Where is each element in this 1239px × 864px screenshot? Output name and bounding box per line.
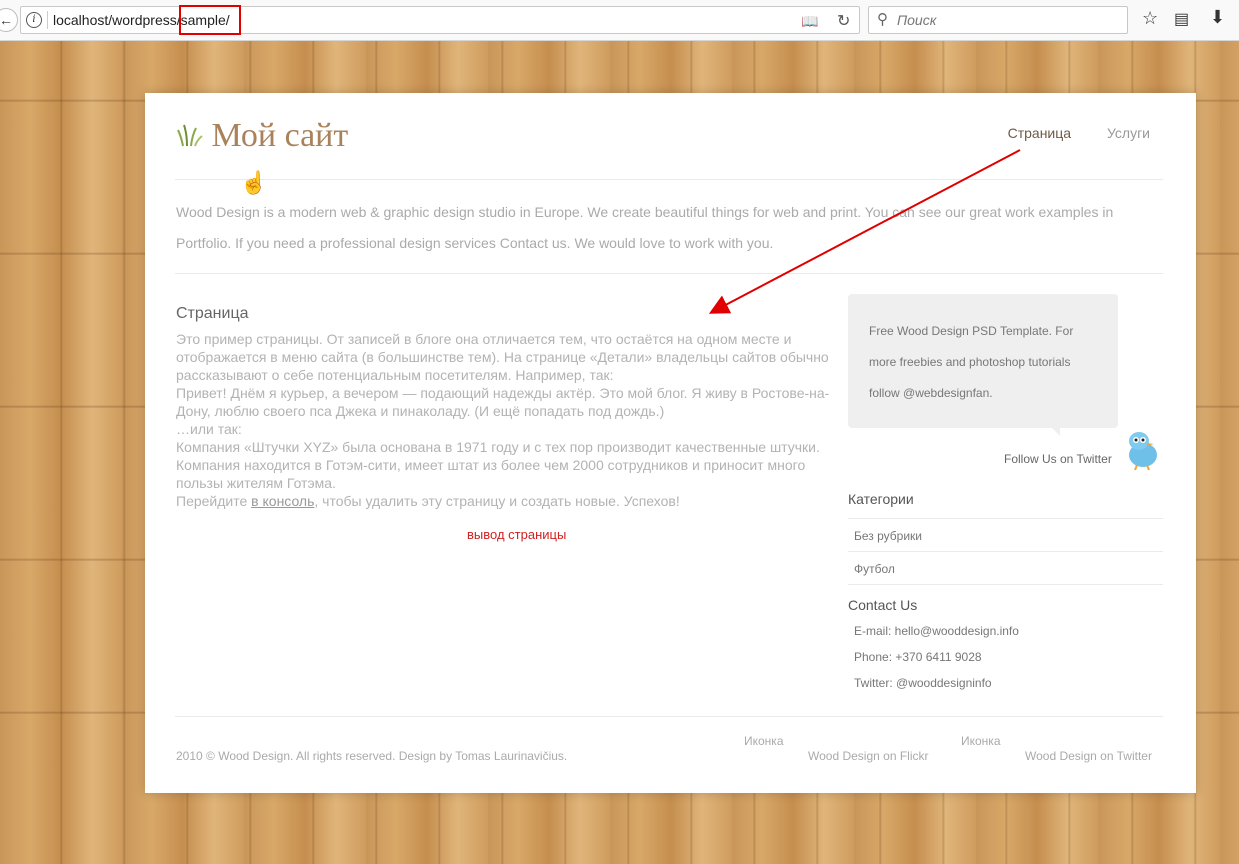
- twitter-icon[interactable]: Иконка: [961, 734, 1001, 748]
- twitter-bird-icon[interactable]: [1123, 431, 1161, 471]
- library-icon[interactable]: ▤: [1174, 9, 1189, 29]
- logo-text: Мой сайт: [211, 117, 349, 154]
- nav-item-services[interactable]: Услуги: [1107, 125, 1150, 141]
- search-box[interactable]: ⚲: [868, 6, 1128, 34]
- main-nav: Страница Услуги: [976, 125, 1150, 141]
- flickr-icon[interactable]: Иконка: [744, 734, 784, 748]
- content-paragraph: Компания «Штучки XYZ» была основана в 19…: [176, 439, 820, 491]
- flickr-link[interactable]: Wood Design on Flickr: [808, 749, 929, 763]
- category-divider: [848, 584, 1163, 585]
- footer-divider: [175, 716, 1163, 717]
- bookmark-star-icon[interactable]: ☆: [1142, 8, 1158, 29]
- bubble-tail: [1052, 428, 1060, 436]
- url-highlight-box: [179, 5, 241, 35]
- contact-twitter: Twitter: @wooddesigninfo: [854, 676, 992, 690]
- category-divider: [848, 551, 1163, 552]
- annotation-arrow: [708, 149, 1021, 314]
- console-link[interactable]: в консоль: [251, 493, 314, 509]
- url-divider: [47, 11, 48, 29]
- twitter-link[interactable]: Wood Design on Twitter: [1025, 749, 1152, 763]
- search-icon: ⚲: [877, 11, 888, 28]
- nav-item-page[interactable]: Страница: [1008, 125, 1071, 141]
- footer-copyright: 2010 © Wood Design. All rights reserved.…: [176, 749, 568, 763]
- last-after: , чтобы удалить эту страницу и создать н…: [314, 493, 680, 509]
- page-content: Страница Это пример страницы. От записей…: [176, 305, 856, 510]
- follow-twitter-link[interactable]: Follow Us on Twitter: [1004, 452, 1112, 466]
- reader-view-icon[interactable]: 📖: [801, 13, 818, 30]
- browser-toolbar: ← i localhost/wordpress/sample/ 📖 ↻ ⚲ ☆ …: [0, 0, 1239, 41]
- category-item[interactable]: Без рубрики: [854, 529, 922, 543]
- category-item[interactable]: Футбол: [854, 562, 895, 576]
- content-paragraph: Привет! Днём я курьер, а вечером — подаю…: [176, 385, 830, 419]
- info-icon[interactable]: i: [26, 12, 42, 28]
- site-logo[interactable]: Мой сайт: [177, 117, 348, 155]
- category-divider: [848, 518, 1163, 519]
- content-paragraph: …или так:: [176, 421, 242, 437]
- contact-heading: Contact Us: [848, 597, 918, 613]
- hand-cursor-icon: ☝: [240, 170, 268, 195]
- contact-phone: Phone: +370 6411 9028: [854, 650, 982, 664]
- contact-email: E-mail: hello@wooddesign.info: [854, 624, 1019, 638]
- last-before: Перейдите: [176, 493, 252, 509]
- grass-icon: [177, 124, 203, 147]
- search-input[interactable]: [895, 11, 1119, 29]
- address-bar[interactable]: i localhost/wordpress/sample/ 📖 ↻: [20, 5, 860, 35]
- download-icon[interactable]: ⬇: [1210, 7, 1225, 28]
- url-prefix: localhost/wordpress/: [53, 12, 181, 28]
- content-paragraph: Это пример страницы. От записей в блоге …: [176, 331, 829, 383]
- back-arrow-icon[interactable]: ←: [0, 8, 18, 32]
- reload-icon[interactable]: ↻: [837, 11, 850, 31]
- categories-heading: Категории: [848, 491, 914, 507]
- content-paragraph-last: Перейдите в консоль, чтобы удалить эту с…: [176, 492, 856, 510]
- annotation-text: вывод страницы: [467, 527, 567, 542]
- site-page: Мой сайт Страница Услуги Wood Design is …: [145, 93, 1196, 793]
